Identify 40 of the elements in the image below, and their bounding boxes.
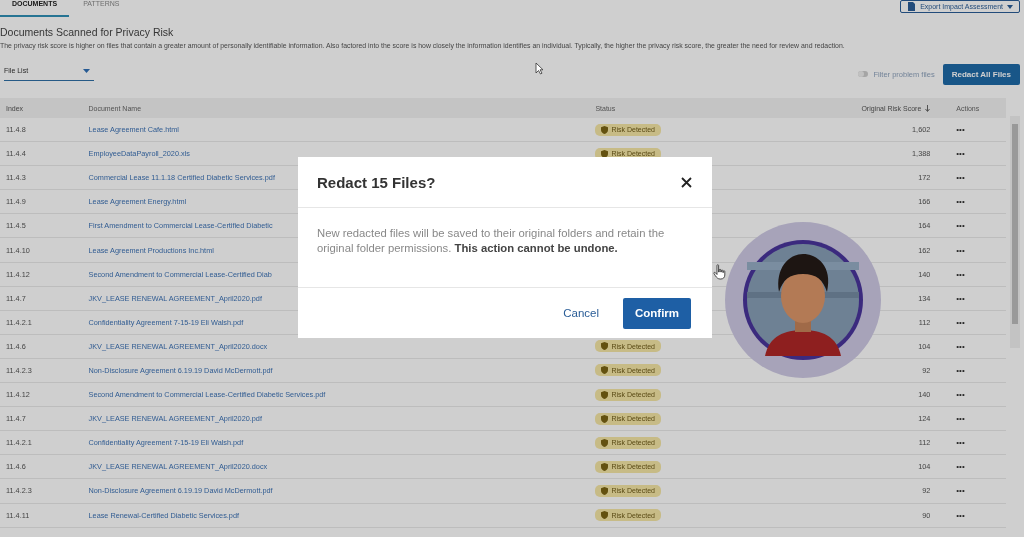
actions-menu-button[interactable]: ••• [956,486,965,496]
actions-menu-button[interactable]: ••• [956,245,965,255]
shield-icon [601,414,609,423]
cancel-button[interactable]: Cancel [559,301,603,325]
dialog-title: Redact 15 Files? [317,173,436,191]
actions-menu-button[interactable]: ••• [956,125,965,135]
cursor-icon [535,62,544,75]
page-heading: Documents Scanned for Privacy Risk [0,25,175,38]
shield-icon [601,486,609,495]
actions-menu-button[interactable]: ••• [956,173,965,183]
shield-icon [601,366,609,375]
confirm-button[interactable]: Confirm [623,297,691,329]
shield-icon [601,462,609,471]
actions-menu-button[interactable]: ••• [956,269,965,279]
shield-icon [601,438,609,447]
actions-menu-button[interactable]: ••• [956,197,965,207]
caret-icon [1007,4,1013,9]
actions-menu-button[interactable]: ••• [956,414,965,424]
shield-icon [601,390,609,399]
sort-arrow-icon [925,104,931,112]
shield-icon [601,342,609,351]
dialog-message: New redacted files will be saved to their original folders and retain the original folder permissions. This action cannot be undone. [298,208,712,288]
shield-icon [601,125,609,134]
actions-menu-button[interactable]: ••• [956,510,965,520]
scrollbar[interactable] [1010,116,1020,348]
actions-menu-button[interactable]: ••• [956,390,965,400]
redact-all-button[interactable]: Redact All Files [942,63,1020,85]
close-icon[interactable] [681,176,692,188]
actions-menu-button[interactable]: ••• [956,317,965,327]
actions-menu-button[interactable]: ••• [956,366,965,375]
actions-menu-button[interactable]: ••• [956,293,965,303]
shield-icon [601,149,609,158]
document-icon [907,2,917,11]
actions-menu-button[interactable]: ••• [956,149,965,159]
actions-menu-button[interactable]: ••• [956,341,965,351]
actions-menu-button[interactable]: ••• [956,221,965,231]
shield-icon [601,511,609,520]
actions-menu-button[interactable]: ••• [956,462,965,472]
caret-icon [83,68,90,73]
actions-menu-button[interactable]: ••• [956,438,965,448]
